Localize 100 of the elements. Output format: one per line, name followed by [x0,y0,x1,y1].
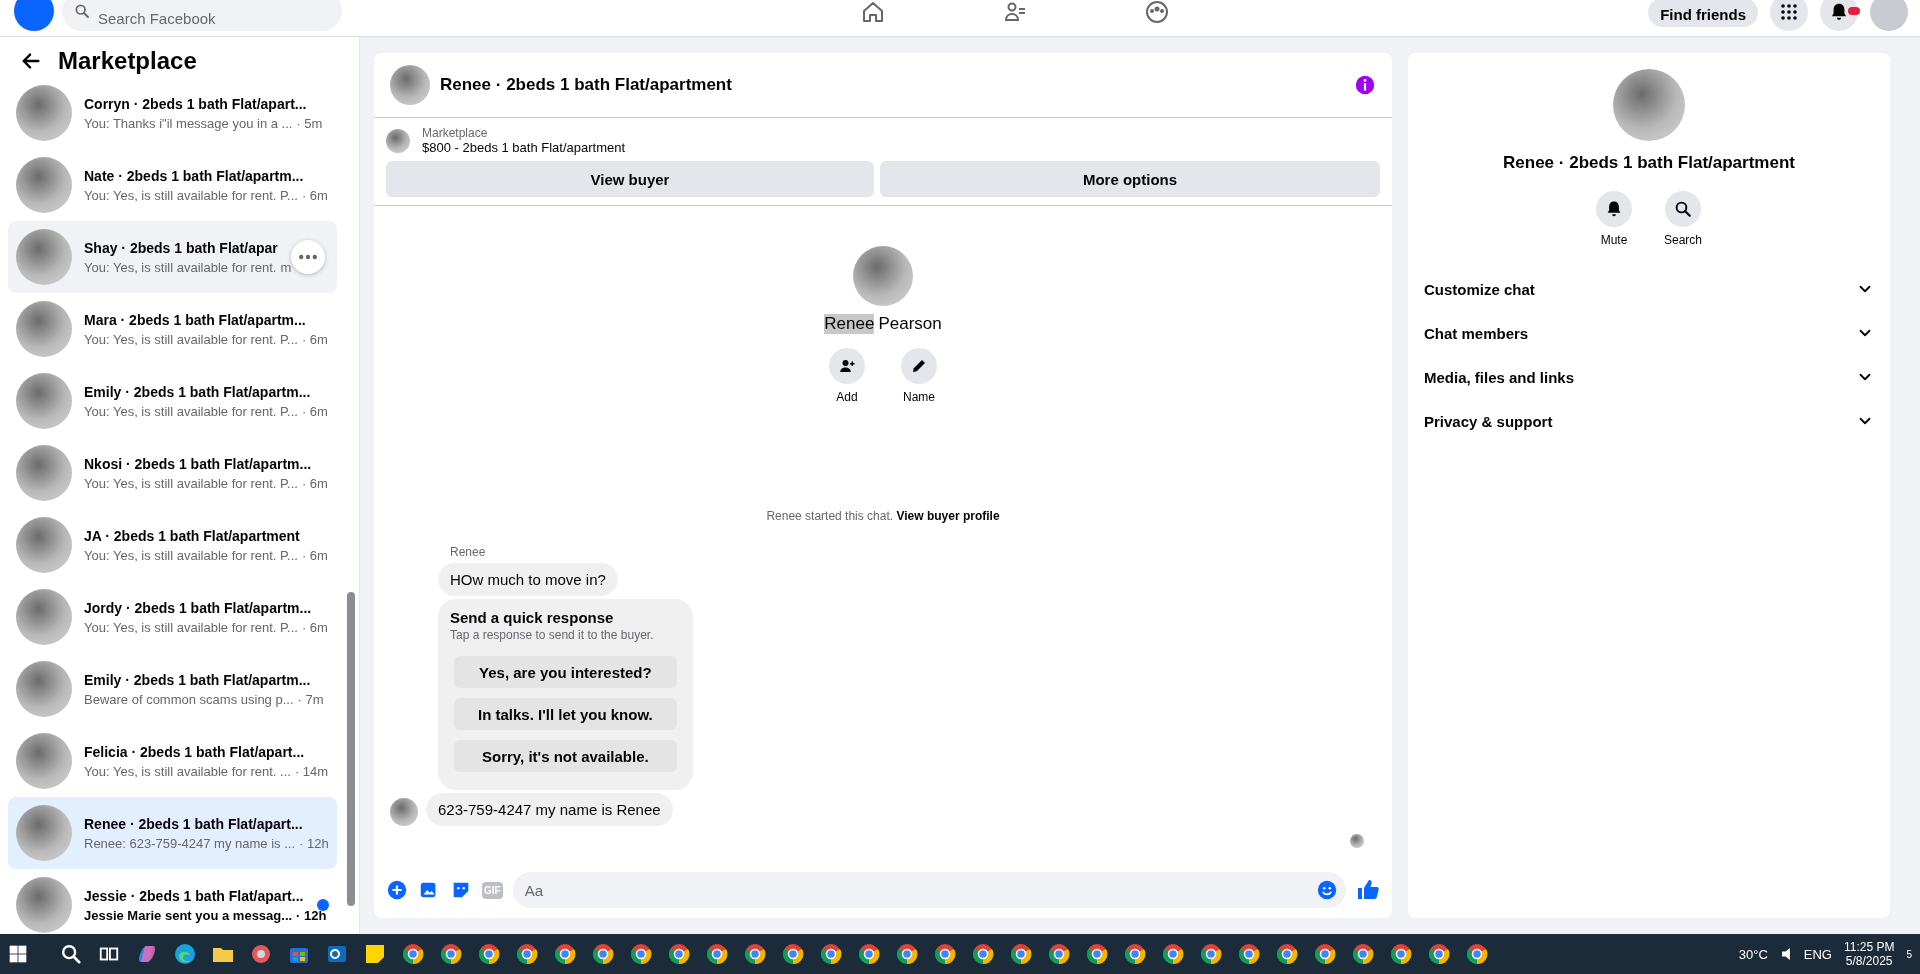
details-section[interactable]: Privacy & support [1420,399,1878,443]
conversation-item[interactable]: Felicia · 2beds 1 bath Flat/apart... You: Yes, is still available for rent. ... · 14m [8,725,337,797]
message-snippet: You: Yes, is still available for rent. P... [84,187,298,203]
photo-placeholder [16,805,72,861]
photo-placeholder [386,128,410,153]
browser-icon [1351,942,1375,966]
conversation-name: Mara · 2beds 1 bath Flat/apartm... [84,311,307,328]
photo-placeholder [16,733,72,789]
browser-icon [591,942,615,966]
bell-icon [1605,200,1623,218]
browser-icon [743,942,767,966]
conversation-name: Emily · 2beds 1 bath Flat/apartm... [84,383,312,400]
chat-started-note: Renee started this chat. View buyer profile [765,509,1001,523]
quick-response-button[interactable]: Sorry, it's not available. [454,740,677,772]
conversation-item[interactable]: Nate · 2beds 1 bath Flat/apartm... You: Yes, is still available for rent. P... · 6m [8,149,337,221]
quick-response-button[interactable]: Yes, are you interested? [454,656,677,688]
find-friends-button[interactable]: Find friends [1648,0,1758,27]
clock-date[interactable]: 5/8/2025 [1845,954,1893,968]
listing-source: Marketplace [422,126,489,140]
search-field[interactable]: Search Facebook [98,0,330,27]
browser-icon [629,942,653,966]
browser-icon [477,942,501,966]
search-icon [74,3,90,19]
profile-name: Pearson [878,314,942,334]
weather-temperature[interactable]: 30°C [1738,946,1768,962]
search-icon [1674,200,1692,218]
photo-placeholder [16,373,72,429]
message-snippet: You: Yes, is still available for rent. P... [84,331,298,347]
message-snippet: Beware of common scams using p... [84,691,294,707]
photo-placeholder [16,661,72,717]
browser-icon [1161,942,1185,966]
sticky-note-icon [363,942,387,966]
browser-icon [819,942,843,966]
message-snippet: You: Yes, is still available for rent. P... [84,619,298,635]
conversation-name: Felicia · 2beds 1 bath Flat/apart... [84,743,306,760]
info-icon [1354,74,1376,96]
message-time: · 5m [296,115,323,131]
details-section[interactable]: Chat members [1420,311,1878,355]
groups-icon [1145,0,1170,24]
search-icon [60,943,82,965]
grid-icon [1780,3,1798,21]
quick-response-title: Send a quick response [450,609,615,626]
view-buyer-profile-link[interactable]: View buyer profile [896,509,1000,523]
language-indicator[interactable]: ENG [1803,946,1832,962]
photo-placeholder [16,157,72,213]
message-time: · 12h [299,835,329,851]
conversation-item[interactable]: Mara · 2beds 1 bath Flat/apartm... You: Yes, is still available for rent. P... · 6m [8,293,337,365]
menu-button[interactable] [1770,0,1808,31]
chat-title: Renee · 2beds 1 bath Flat/apartment [440,75,733,95]
conversation-name: Shay · 2beds 1 bath Flat/apar [84,239,279,256]
photo-placeholder [16,229,72,285]
sender-name: Renee [450,545,487,559]
message-time: m [280,259,292,275]
details-section[interactable]: Media, files and links [1420,355,1878,399]
browser-icon [1199,942,1223,966]
browser-icon [1237,942,1261,966]
browser-icon [781,942,805,966]
details-section[interactable]: Customize chat [1420,267,1878,311]
more-options-button[interactable] [291,240,325,274]
message-bubble: HOw much to move in? [438,563,618,596]
conversation-item[interactable]: Nkosi · 2beds 1 bath Flat/apartm... You: Yes, is still available for rent. P... · 6m [8,437,337,509]
browser-icon [1465,942,1489,966]
sidebar-title: Marketplace [58,47,197,75]
notification-count[interactable]: 5 [1906,948,1912,960]
photo-placeholder [16,517,72,573]
conversation-item[interactable]: Renee · 2beds 1 bath Flat/apart... Renee: 623-759-4247 my name is ... · 12h [8,797,337,869]
edge-icon [173,942,197,966]
message-snippet: Renee: 623-759-4247 my name is ... [84,835,295,851]
photo-placeholder [16,445,72,501]
photo-placeholder [16,877,72,933]
conversation-name: Renee · 2beds 1 bath Flat/apart... [84,815,304,832]
conversation-item[interactable]: Jordy · 2beds 1 bath Flat/apartm... You: Yes, is still available for rent. P... · 6m [8,581,337,653]
quick-response-subtitle: Tap a response to send it to the buyer. [450,628,655,642]
message-snippet: You: Yes, is still available for rent. P... [84,547,298,563]
conversation-item[interactable]: Corryn · 2beds 1 bath Flat/apart... You: Thanks i"il message you in a ... · 5m [8,77,337,149]
notifications-button[interactable] [1820,0,1858,31]
browser-icon [401,942,425,966]
conversation-item[interactable]: Shay · 2beds 1 bath Flat/apar You: Yes, is still available for rent. m [8,221,337,293]
message-bubble: 623-759-4247 my name is Renee [426,793,673,826]
clock-time[interactable]: 11:25 PM [1843,940,1895,954]
message-snippet: Jessie Marie sent you a messag... [84,907,293,923]
browser-icon [515,942,539,966]
conversation-item[interactable]: Jessie · 2beds 1 bath Flat/apart... Jessie Marie sent you a messag... · 12h [8,869,337,934]
browser-icon [1047,942,1071,966]
conversation-item[interactable]: Emily · 2beds 1 bath Flat/apartm... You: Yes, is still available for rent. P... · 6m [8,365,337,437]
browser-icon [553,942,577,966]
action-button[interactable]: More options [880,161,1380,197]
speaker-icon [1779,948,1792,960]
browser-icon [439,942,463,966]
message-time: · 14m [294,763,329,779]
action-button[interactable]: View buyer [386,161,874,197]
search-box[interactable]: Search Facebook [62,0,342,31]
conversation-name: Corryn · 2beds 1 bath Flat/apart... [84,95,308,112]
browser-icon [1275,942,1299,966]
conversation-item[interactable]: Emily · 2beds 1 bath Flat/apartm... Beware of common scams using p... · 7m [8,653,337,725]
message-time: · 6m [301,475,328,491]
quick-response-button[interactable]: In talks. I'll let you know. [454,698,677,730]
browser-icon [1123,942,1147,966]
conversation-item[interactable]: JA · 2beds 1 bath Flat/apartment You: Yes, is still available for rent. P... · 6m [8,509,337,581]
message-time: · 6m [301,187,328,203]
